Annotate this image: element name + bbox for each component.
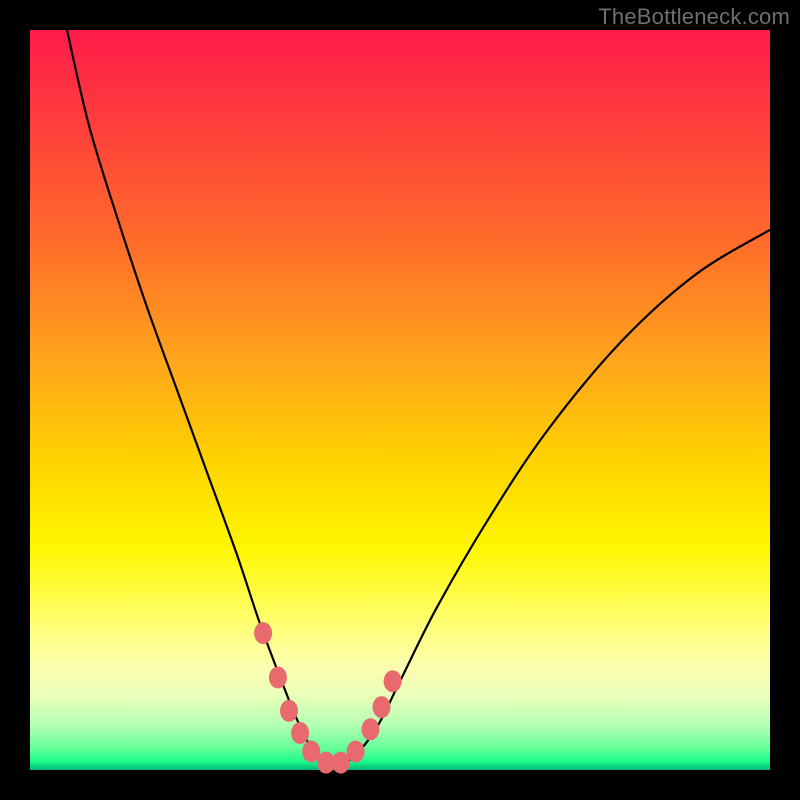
curve-marker bbox=[280, 700, 298, 722]
curve-marker bbox=[254, 622, 272, 644]
watermark-text: TheBottleneck.com bbox=[598, 4, 790, 30]
curve-marker bbox=[384, 670, 402, 692]
plot-area bbox=[30, 30, 770, 770]
bottleneck-curve bbox=[67, 30, 770, 764]
curve-marker bbox=[291, 722, 309, 744]
chart-frame: TheBottleneck.com bbox=[0, 0, 800, 800]
marker-group bbox=[254, 622, 402, 774]
curve-layer bbox=[30, 30, 770, 770]
curve-marker bbox=[269, 667, 287, 689]
curve-marker bbox=[373, 696, 391, 718]
curve-marker bbox=[347, 741, 365, 763]
curve-marker bbox=[361, 718, 379, 740]
